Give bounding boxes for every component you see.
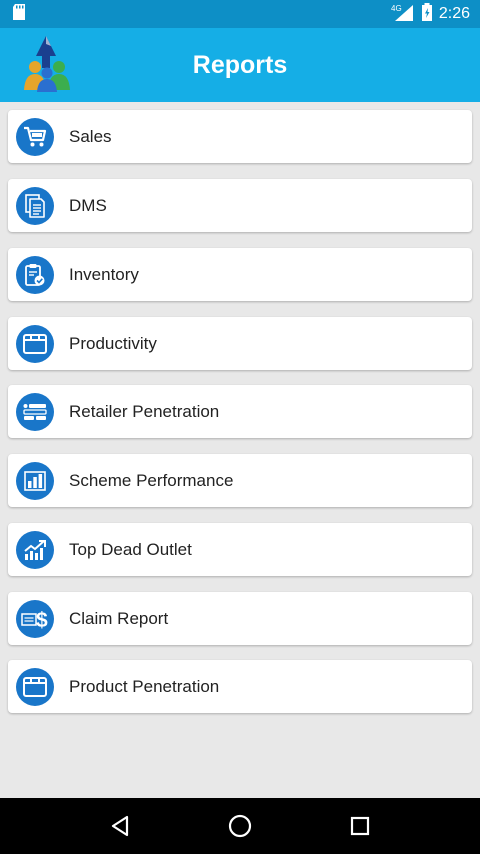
money-icon: $ xyxy=(16,599,54,638)
report-item-inventory[interactable]: Inventory xyxy=(8,248,472,301)
svg-text:$: $ xyxy=(36,609,48,631)
cart-icon xyxy=(16,117,54,156)
report-item-dms[interactable]: DMS xyxy=(8,179,472,232)
app-bar: Reports xyxy=(0,28,480,102)
window-icon xyxy=(16,324,54,363)
trend-up-icon xyxy=(16,530,54,569)
report-label: Top Dead Outlet xyxy=(69,539,192,559)
document-icon xyxy=(16,186,54,225)
report-label: Productivity xyxy=(69,333,157,353)
home-button[interactable] xyxy=(220,806,260,846)
recents-square-icon xyxy=(350,816,370,836)
window-icon xyxy=(16,667,54,706)
report-item-claim-report[interactable]: $ Claim Report xyxy=(8,592,472,645)
report-label: Scheme Performance xyxy=(69,470,234,490)
back-triangle-icon xyxy=(111,815,129,837)
battery-icon xyxy=(421,2,433,26)
bar-chart-icon xyxy=(16,461,54,500)
report-label: Claim Report xyxy=(69,608,169,628)
sd-card-icon xyxy=(12,3,26,25)
back-button[interactable] xyxy=(100,806,140,846)
clipboard-check-icon xyxy=(16,255,54,294)
report-item-retailer-penetration[interactable]: Retailer Penetration xyxy=(8,385,472,438)
report-item-productivity[interactable]: Productivity xyxy=(8,317,472,370)
status-bar: 4G 2:26 xyxy=(0,0,480,28)
report-item-sales[interactable]: Sales xyxy=(8,110,472,163)
app-logo xyxy=(20,34,74,92)
clock: 2:26 xyxy=(438,5,470,22)
network-type-label: 4G xyxy=(391,4,402,13)
report-label: DMS xyxy=(69,195,107,215)
report-label: Sales xyxy=(69,126,112,146)
signal-icon: 4G xyxy=(391,3,415,26)
report-item-product-penetration[interactable]: Product Penetration xyxy=(8,660,472,713)
report-label: Product Penetration xyxy=(69,676,220,696)
status-indicators: 4G 2:26 xyxy=(391,2,470,26)
navigation-bar xyxy=(0,798,480,854)
home-circle-icon xyxy=(228,814,252,838)
list-icon xyxy=(16,392,54,431)
report-item-top-dead-outlet[interactable]: Top Dead Outlet xyxy=(8,523,472,576)
recents-button[interactable] xyxy=(340,806,380,846)
report-label: Inventory xyxy=(69,264,139,284)
report-item-scheme-performance[interactable]: Scheme Performance xyxy=(8,454,472,507)
report-label: Retailer Penetration xyxy=(69,401,220,421)
